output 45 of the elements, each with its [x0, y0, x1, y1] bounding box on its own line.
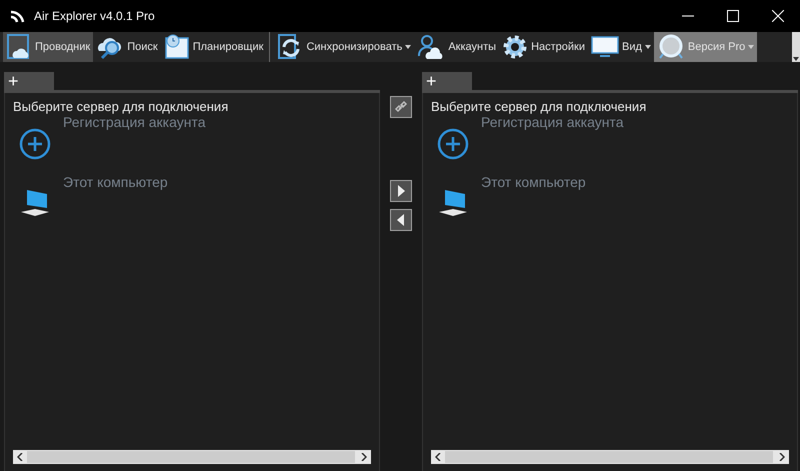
toolbar-button[interactable]: Планировщик — [160, 32, 270, 62]
toolbar-button[interactable]: Настройки — [499, 32, 588, 62]
pane-heading: Выберите сервер для подключения — [431, 99, 648, 114]
left-arrow-icon — [397, 214, 405, 226]
pane-heading: Выберите сервер для подключения — [13, 99, 230, 114]
server-item[interactable]: Регистрация аккаунта — [19, 118, 379, 160]
toolbar-button[interactable]: Поиск — [93, 32, 161, 62]
caret-icon — [644, 45, 651, 49]
link-button[interactable] — [390, 96, 412, 118]
add-icon — [437, 128, 469, 160]
app-logo-icon — [10, 9, 26, 23]
window-title: Air Explorer v4.0.1 Pro — [34, 9, 156, 23]
maximize-icon[interactable] — [726, 10, 738, 22]
toolbar-button[interactable]: Аккаунты — [414, 32, 500, 62]
minimize-icon[interactable] — [682, 15, 694, 17]
horizontal-scrollbar[interactable] — [13, 450, 371, 464]
horizontal-scrollbar[interactable] — [431, 450, 789, 464]
scroll-bar[interactable] — [792, 32, 800, 62]
computer-icon — [437, 188, 469, 218]
toolbar-button[interactable]: Проводник — [3, 32, 94, 62]
copy-left-button[interactable] — [390, 209, 412, 231]
calendar-clock-icon — [164, 34, 190, 60]
server-item[interactable]: Регистрация аккаунта — [437, 118, 797, 160]
caret-icon — [748, 45, 754, 49]
folder-cloud-icon — [6, 34, 32, 60]
new-tab-button[interactable]: + — [422, 72, 472, 90]
right-arrow-icon — [397, 185, 405, 197]
add-icon — [19, 128, 51, 160]
scroll-left-icon[interactable] — [17, 453, 23, 461]
new-tab-button[interactable]: + — [4, 72, 54, 90]
toolbar-button[interactable]: Синхронизировать — [274, 32, 414, 62]
computer-icon — [19, 188, 51, 218]
close-icon[interactable] — [772, 10, 784, 22]
user-cloud-icon — [417, 34, 446, 60]
copy-right-button[interactable] — [390, 180, 412, 202]
scroll-right-icon[interactable] — [361, 453, 367, 461]
link-icon — [394, 100, 408, 114]
disc-icon — [656, 34, 685, 60]
monitor-icon — [591, 34, 619, 60]
server-item[interactable]: Этот компьютер — [437, 178, 797, 218]
scroll-left-icon[interactable] — [435, 453, 441, 461]
caret-icon — [405, 45, 412, 49]
server-item[interactable]: Этот компьютер — [19, 178, 379, 218]
toolbar-button[interactable]: Вид — [588, 32, 654, 62]
scroll-right-icon[interactable] — [779, 453, 785, 461]
